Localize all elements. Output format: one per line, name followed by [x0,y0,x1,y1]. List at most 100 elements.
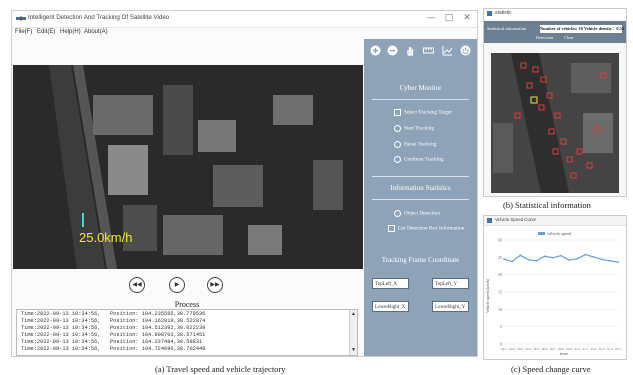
speed-label: 25.0km/h [79,230,133,245]
speed-point [527,258,530,261]
main-window: Intelligent Detection And Tracking Of Sa… [11,10,478,357]
menu-about[interactable]: About(A) [84,29,108,35]
y-tick-label: 5 [500,324,502,329]
vehicle-trajectory [82,213,84,227]
lowerright-x-field[interactable]: LowerRight_X [372,301,409,312]
tracking-frame-title: Tracking Frame Coordinate [381,256,460,264]
y-axis-label: Vehicle speed (km/h) [485,278,490,313]
statistics-window-title: statistic [495,10,512,16]
scroll-down-icon[interactable]: ▼ [350,347,357,354]
divider [372,99,469,100]
caption-b: (b) Statistical information [503,200,591,210]
speed-window: Vehicle Speed Curve 0 5 10 15 20 25 30 00.1 00.2… [483,215,627,360]
log-line: Time:2022-09-13 10:34:56, Position: 104.… [21,332,206,338]
x-tick-label: 01.4 [607,347,613,351]
cyber-monitor-title: Cyber Monitor [399,84,442,92]
select-target-option[interactable]: Select Tracking Target [394,109,452,116]
detection-button[interactable]: Detection [536,35,553,40]
speed-title-bar: Vehicle Speed Curve [484,216,626,226]
pause-tracking-option[interactable]: Pause Tracking [394,141,437,148]
x-tick-label: 01.3 [599,347,605,351]
ruler-icon[interactable] [423,45,434,56]
rewind-button[interactable]: ◀◀ [129,277,145,293]
zoom-in-icon[interactable] [370,45,381,56]
divider [372,199,469,200]
satellite-video-frame [13,65,363,269]
speed-point [584,253,587,256]
speed-point [535,259,538,262]
close-button[interactable]: ✕ [460,12,474,25]
speed-chart: 0 5 10 15 20 25 30 00.1 00.2 00.3 00.4 00.5 00.6 00.7… [485,231,621,356]
speed-point [576,257,579,260]
object-detection-option[interactable]: Object Detection [394,210,440,217]
x-tick-label: 00.5 [534,347,540,351]
continue-tracking-option[interactable]: Continue Tracking [394,156,444,163]
speed-app-icon [487,218,492,223]
continue-tracking-icon [394,156,401,163]
menu-edit[interactable]: Edit(E) [37,29,55,35]
process-log[interactable]: Time:2022-09-13 10:34:56, Position: 104.… [16,309,358,356]
process-title: Process [174,300,200,309]
topleft-y-field[interactable]: TopLeft_Y [432,278,469,289]
legend-label: vehicle speed [547,231,572,236]
zoom-out-icon[interactable] [387,45,398,56]
speed-point [511,260,514,263]
forward-button[interactable]: ▶▶ [207,277,223,293]
caption-a: (a) Travel speed and vehicle trajectory [155,364,286,374]
menu-file[interactable]: File(F) [15,29,32,35]
menu-bar: File(F) Edit(E) Help(H) About(A) [12,28,477,39]
y-tick-label: 10 [498,307,502,312]
power-icon[interactable] [460,45,471,56]
speed-window-title: Vehicle Speed Curve [495,217,537,222]
vehicle-summary: Number of vehicles: 18 Vehicle density：0… [540,25,625,33]
menu-help[interactable]: Help(H) [60,29,81,35]
satellite-app-icon [16,16,26,21]
pause-tracking-icon [394,141,401,148]
caption-c: (c) Speed change curve [511,364,591,374]
speed-point [519,254,522,257]
object-detection-icon [394,210,401,217]
scroll-up-icon[interactable]: ▲ [350,311,357,318]
maximize-button[interactable]: □ [442,12,456,25]
statistics-window: statistic Statistical information Number… [483,8,627,197]
select-target-icon [394,109,401,116]
clear-button[interactable]: Clear [564,35,574,40]
minimize-button[interactable]: — [424,12,438,25]
speed-point [551,256,554,259]
log-line: Time:2022-09-13 10:34:56, Position: 104.… [21,346,206,352]
y-tick-label: 0 [500,342,502,347]
x-tick-label: 00.4 [526,347,532,351]
speed-point [592,256,595,258]
detection-overlay [491,53,619,193]
speed-point [560,254,562,257]
x-tick-label: 00.6 [542,347,548,351]
detection-image [491,53,619,193]
window-title: Intelligent Detection And Tracking Of Sa… [28,14,170,21]
chart-line-icon[interactable] [442,45,453,56]
start-tracking-option[interactable]: Start Tracking [394,125,434,132]
legend-swatch [538,232,545,235]
speed-point [503,258,505,260]
detection-box-option[interactable]: Get Detection Box Information [388,225,464,232]
x-tick-label: 01.5 [615,347,621,351]
statistic-app-icon [487,11,492,16]
speed-point [600,258,603,261]
speed-point [543,255,546,258]
play-button[interactable]: ▶ [169,277,185,293]
topleft-x-field[interactable]: TopLeft_X [372,278,409,289]
hand-icon[interactable] [405,45,416,56]
statistics-title-bar: statistic [484,9,626,19]
log-scrollbar[interactable]: ▲ ▼ [349,310,357,355]
statistical-information-label: Statistical information [487,26,527,31]
lowerright-y-field[interactable]: LowerRight_Y [432,301,469,312]
x-tick-label: 01.0 [574,347,580,351]
y-tick-label: 15 [498,290,502,295]
video-view[interactable]: 25.0km/h [13,65,363,269]
x-tick-label: 00.2 [509,347,515,351]
x-tick-label: 00.7 [550,347,556,351]
y-tick-label: 30 [498,238,502,243]
speed-point [568,259,571,262]
y-tick-label: 25 [498,255,502,260]
log-line: Time:2022-09-13 10:34:56, Position: 104.… [21,311,206,317]
control-panel: Cyber Monitor Select Tracking Target Sta… [364,39,477,356]
